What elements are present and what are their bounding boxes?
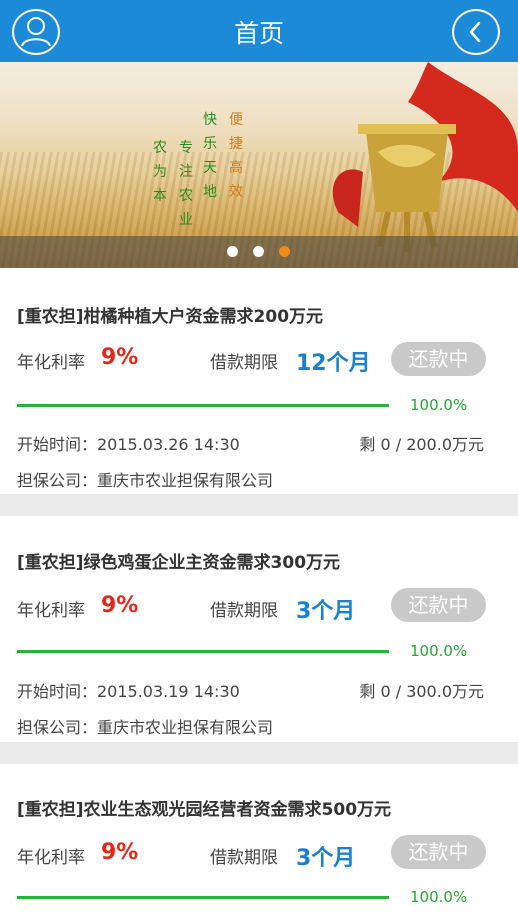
loan-card[interactable]: [重农担]柑橘种植大户资金需求200万元 年化利率 9% 借款期限 12个月 还… [0, 268, 518, 494]
progress-bar [17, 650, 389, 653]
loan-title: [重农担]绿色鸡蛋企业主资金需求300万元 [17, 553, 341, 573]
carousel-dot-3[interactable] [279, 246, 290, 257]
carousel-dot-2[interactable] [253, 246, 264, 257]
rate-label: 年化利率 [17, 601, 85, 621]
start-time: 开始时间：2015.03.19 14:30 [17, 682, 240, 701]
loan-card[interactable]: [重农担]绿色鸡蛋企业主资金需求300万元 年化利率 9% 借款期限 3个月 还… [0, 516, 518, 742]
rate-label: 年化利率 [17, 353, 85, 373]
slogan-column-3: 快乐天地 [203, 112, 217, 200]
page-title: 首页 [233, 19, 284, 48]
rate-value: 9% [101, 345, 139, 370]
card-separator [0, 494, 518, 516]
term-label: 借款期限 [210, 353, 278, 373]
progress-bar [17, 896, 389, 899]
status-button[interactable]: 还款中 [391, 835, 486, 869]
loan-card[interactable]: [重农担]农业生态观光园经营者资金需求500万元 年化利率 9% 借款期限 3个… [0, 764, 518, 920]
status-button[interactable]: 还款中 [391, 588, 486, 622]
slogan-column-2: 专注农业 [179, 140, 193, 228]
carousel-dot-1[interactable] [227, 246, 238, 257]
progress-fill [17, 650, 389, 653]
term-value: 3个月 [296, 599, 356, 624]
rate-label: 年化利率 [17, 848, 85, 868]
banner-carousel[interactable]: 农为本 专注农业 快乐天地 便捷高效 [0, 62, 518, 268]
progress-bar [17, 404, 389, 407]
card-separator [0, 742, 518, 764]
slogan-column-1: 农为本 [153, 140, 167, 204]
remaining-amount: 剩 0 / 200.0万元 [359, 435, 484, 454]
progress-fill [17, 404, 389, 407]
progress-percent: 100.0% [410, 888, 468, 906]
progress-fill [17, 896, 389, 899]
term-value: 3个月 [296, 846, 356, 871]
remaining-amount: 剩 0 / 300.0万元 [359, 682, 484, 701]
status-button[interactable]: 还款中 [391, 342, 486, 376]
back-chevron-icon[interactable] [452, 9, 500, 55]
loan-title: [重农担]农业生态观光园经营者资金需求500万元 [17, 800, 392, 820]
start-time: 开始时间：2015.03.26 14:30 [17, 435, 240, 454]
guarantor: 担保公司：重庆市农业担保有限公司 [17, 471, 274, 490]
rate-value: 9% [101, 593, 139, 618]
term-label: 借款期限 [210, 601, 278, 621]
loan-title: [重农担]柑橘种植大户资金需求200万元 [17, 307, 324, 327]
progress-percent: 100.0% [410, 396, 468, 414]
term-label: 借款期限 [210, 848, 278, 868]
slogan-column-4: 便捷高效 [229, 112, 243, 200]
term-value: 12个月 [296, 351, 371, 376]
progress-percent: 100.0% [410, 642, 468, 660]
rate-value: 9% [101, 840, 139, 865]
top-nav-bar: 首页 [0, 0, 518, 62]
guarantor: 担保公司：重庆市农业担保有限公司 [17, 718, 274, 737]
